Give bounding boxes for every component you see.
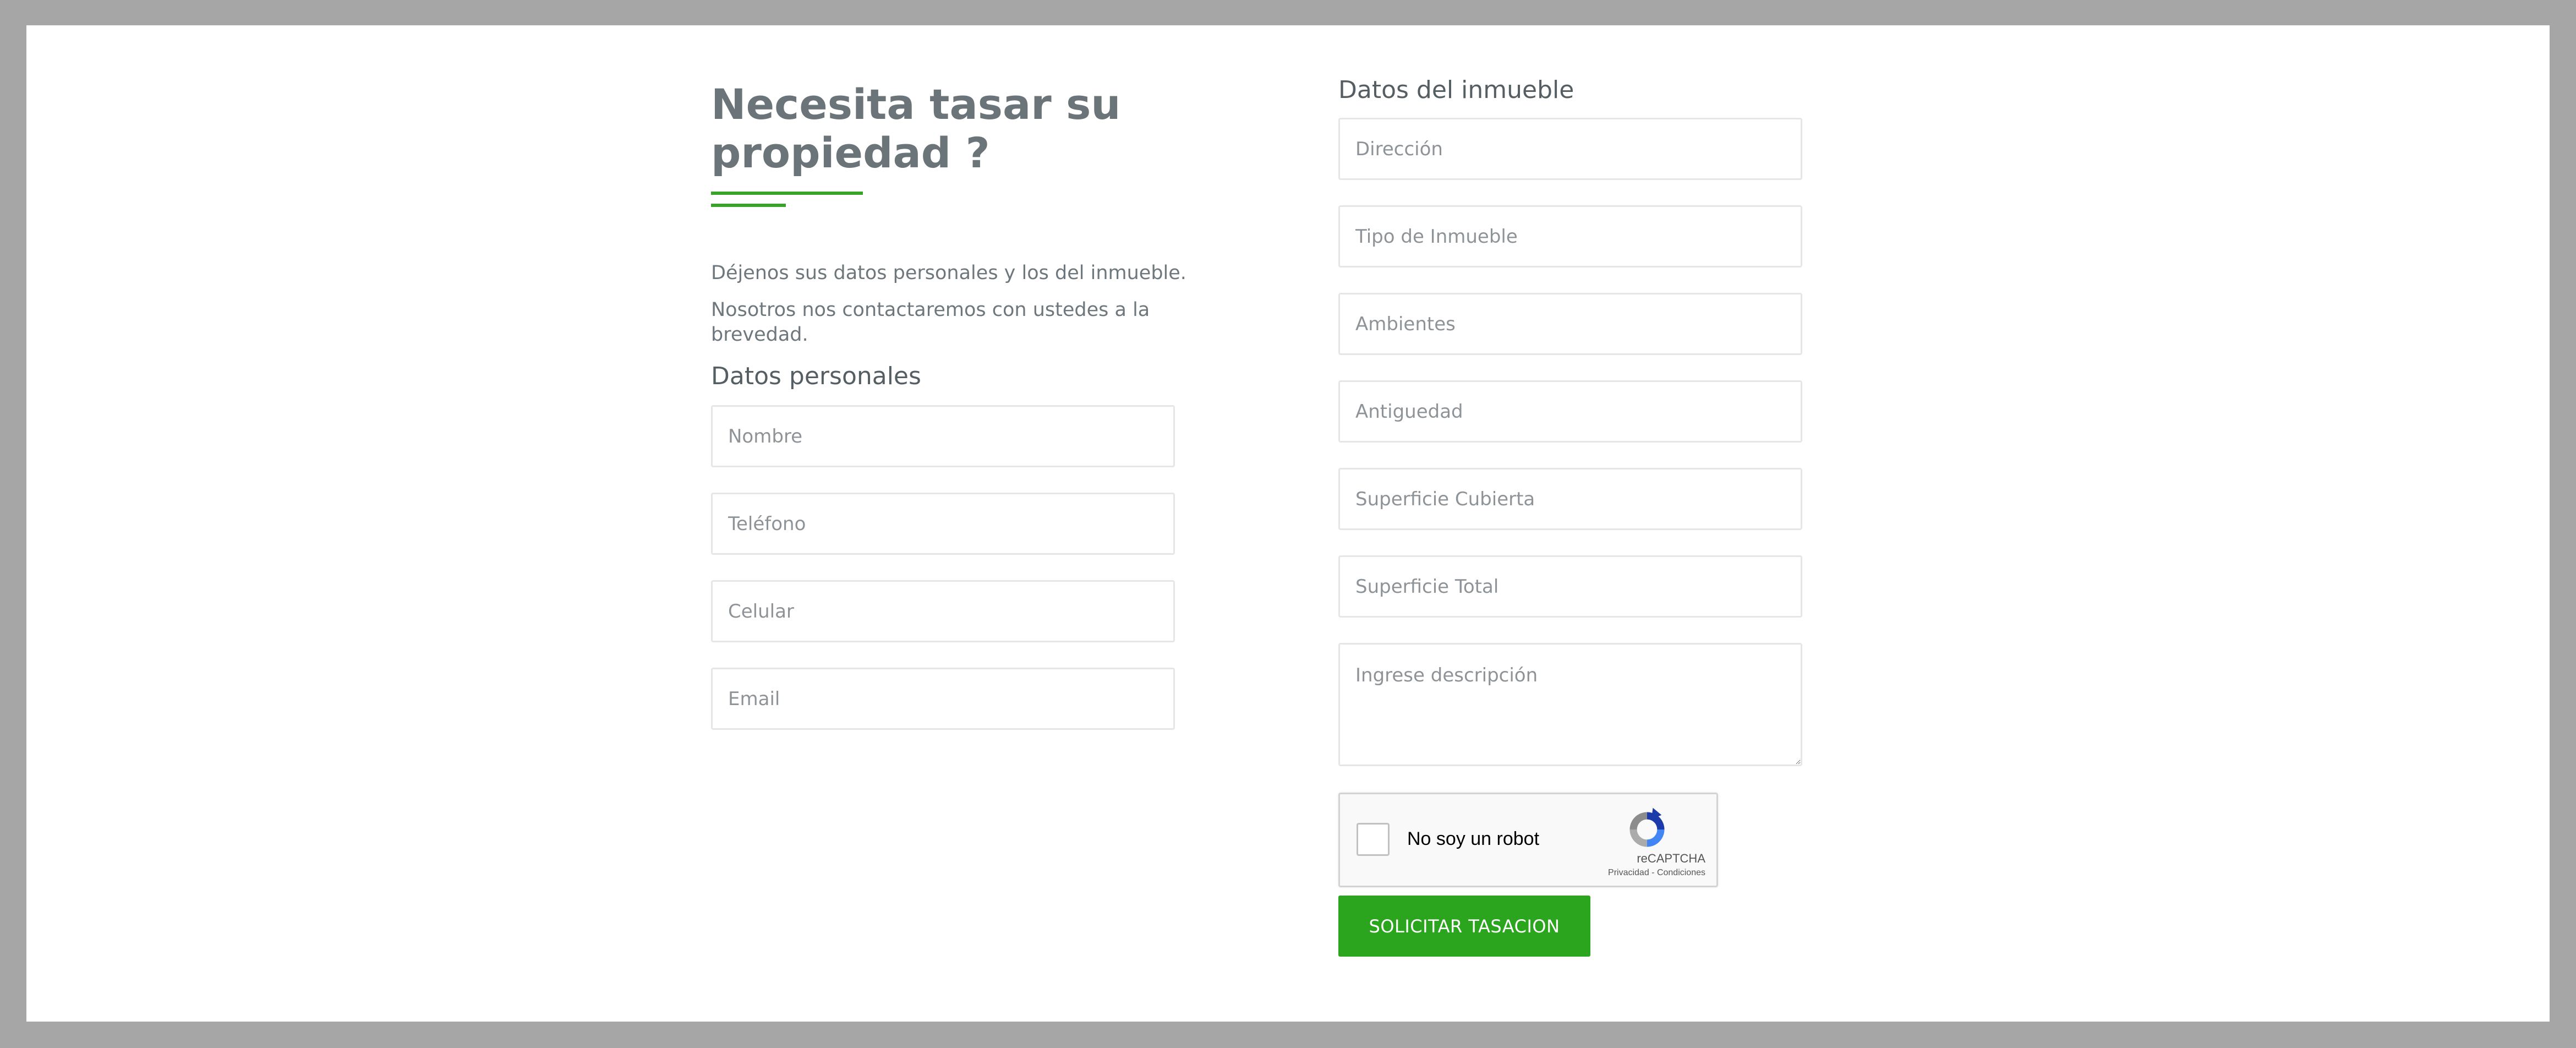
telefono-input[interactable] <box>711 493 1175 555</box>
ambientes-input[interactable] <box>1338 293 1802 355</box>
recaptcha-widget: No soy un robot reCAPTCHA Privacidad - C… <box>1338 793 1718 887</box>
title-underline-short <box>711 204 786 207</box>
superficie-cubierta-input[interactable] <box>1338 468 1802 530</box>
nombre-input[interactable] <box>711 405 1175 467</box>
title-underline <box>711 192 863 195</box>
superficie-total-input[interactable] <box>1338 555 1802 618</box>
recaptcha-label: No soy un robot <box>1407 828 1540 849</box>
descripcion-textarea[interactable] <box>1338 643 1802 766</box>
direccion-input[interactable] <box>1338 118 1802 180</box>
email-input[interactable] <box>711 668 1175 730</box>
recaptcha-brand: reCAPTCHA <box>1637 852 1705 865</box>
intro-text-2: Nosotros nos contactaremos con ustedes a… <box>711 299 1150 346</box>
page-title: Necesita tasar su propiedad ? <box>711 80 1121 177</box>
personal-data-heading: Datos personales <box>711 362 921 390</box>
intro-text-1: Déjenos sus datos personales y los del i… <box>711 262 1186 284</box>
valuation-form-page: Necesita tasar su propiedad ? Déjenos su… <box>26 25 2550 1022</box>
property-data-heading: Datos del inmueble <box>1338 76 1574 104</box>
tipo-inmueble-input[interactable] <box>1338 205 1802 268</box>
solicitar-tasacion-button[interactable]: SOLICITAR TASACION <box>1338 896 1590 957</box>
recaptcha-links[interactable]: Privacidad - Condiciones <box>1608 868 1705 878</box>
celular-input[interactable] <box>711 580 1175 642</box>
recaptcha-checkbox[interactable] <box>1357 823 1390 856</box>
recaptcha-logo-icon <box>1629 807 1665 847</box>
antiguedad-input[interactable] <box>1338 380 1802 443</box>
